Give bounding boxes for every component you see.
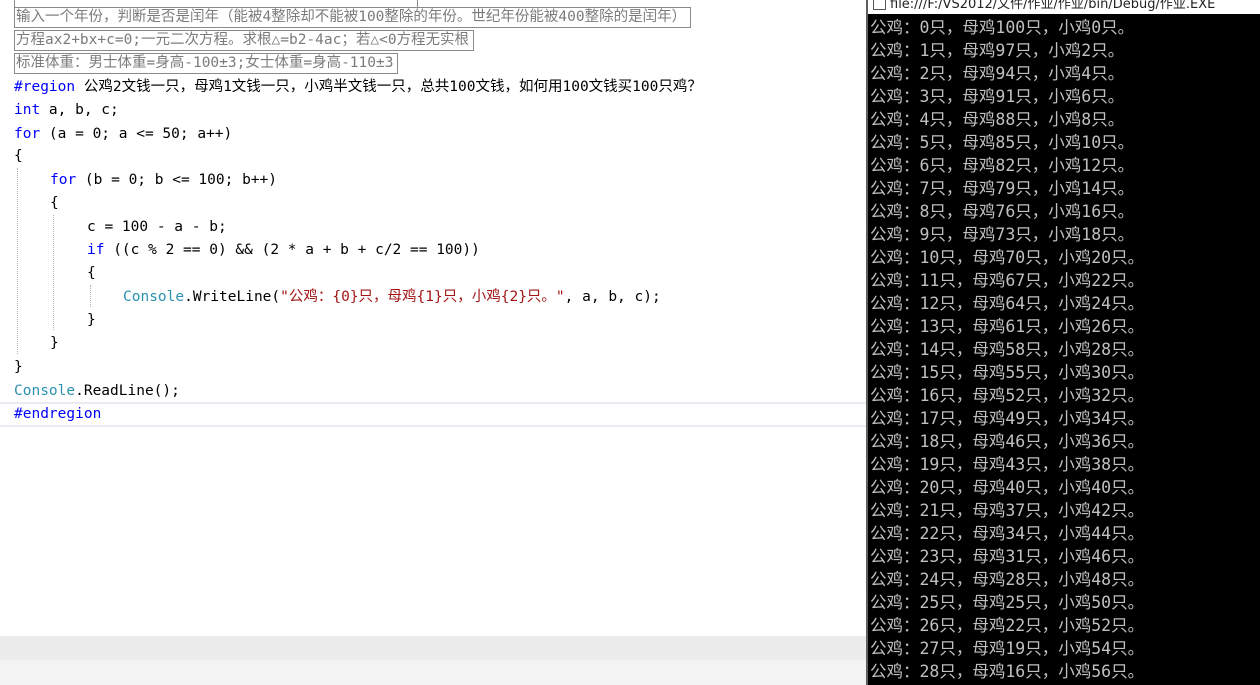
code-line-brace-open-1[interactable]: {	[14, 145, 23, 167]
console-window[interactable]: file:///F:/VS2012/文件/作业/作业/bin/Debug/作业.…	[866, 0, 1260, 685]
code-line-brace-close-2[interactable]: }	[50, 332, 59, 354]
console-line: 公鸡：7只，母鸡79只，小鸡14只。	[870, 179, 1135, 198]
console-line: 公鸡：14只，母鸡58只，小鸡28只。	[870, 340, 1145, 359]
code-line-assign[interactable]: c = 100 - a - b;	[87, 216, 227, 238]
console-line: 公鸡：22只，母鸡34只，小鸡44只。	[870, 524, 1145, 543]
code-line-for-a[interactable]: for (a = 0; a <= 50; a++)	[14, 123, 232, 145]
if-keyword: if	[87, 242, 105, 258]
declaration-text: a, b, c;	[40, 102, 119, 118]
console-line: 公鸡：2只，母鸡94只，小鸡4只。	[870, 64, 1125, 83]
endregion-keyword: #endregion	[14, 406, 102, 422]
indent-guide	[53, 215, 54, 330]
console-line: 公鸡：25只，母鸡25只，小鸡50只。	[870, 593, 1145, 612]
console-line: 公鸡：9只，母鸡73只，小鸡18只。	[870, 225, 1135, 244]
console-line: 公鸡：3只，母鸡91只，小鸡6只。	[870, 87, 1125, 106]
code-line-brace-close-1[interactable]: }	[14, 356, 23, 378]
for-b-text: (b = 0; b <= 100; b++)	[76, 172, 277, 188]
console-line: 公鸡：20只，母鸡40只，小鸡40只。	[870, 478, 1145, 497]
region-keyword: #region	[14, 79, 76, 95]
code-line-brace-close-3[interactable]: }	[87, 309, 96, 331]
code-line-for-b[interactable]: for (b = 0; b <= 100; b++)	[50, 169, 277, 191]
code-line-writeline[interactable]: Console.WriteLine("公鸡：{0}只，母鸡{1}只，小鸡{2}只…	[123, 286, 661, 308]
code-line-declaration[interactable]: int a, b, c;	[14, 99, 119, 121]
console-line: 公鸡：5只，母鸡85只，小鸡10只。	[870, 133, 1135, 152]
collapsed-region-leap-year[interactable]: 输入一个年份，判断是否是闰年（能被4整除却不能被100整除的年份。世纪年份能被4…	[14, 7, 692, 28]
code-line-brace-open-3[interactable]: {	[87, 262, 96, 284]
console-window-icon	[873, 0, 886, 10]
console-type: Console	[14, 383, 76, 399]
console-line: 公鸡：6只，母鸡82只，小鸡12只。	[870, 156, 1135, 175]
console-output: 公鸡：0只，母鸡100只，小鸡0只。 公鸡：1只，母鸡97只，小鸡2只。 公鸡：2只…	[868, 16, 1260, 683]
console-line: 公鸡：8只，母鸡76只，小鸡16只。	[870, 202, 1135, 221]
console-line: 公鸡：4只，母鸡88只，小鸡8只。	[870, 110, 1125, 129]
collapsed-region-weight[interactable]: 标准体重：男士体重=身高-100±3;女士体重=身高-110±3	[14, 53, 399, 74]
current-line-highlight-bottom	[0, 425, 866, 427]
console-line: 公鸡：27只，母鸡19只，小鸡54只。	[870, 639, 1145, 658]
indent-guide	[17, 168, 18, 354]
console-line: 公鸡：19只，母鸡43只，小鸡38只。	[870, 455, 1145, 474]
for-keyword: for	[50, 172, 77, 188]
editor-status-area	[0, 660, 866, 685]
writeline-method: .WriteLine(	[184, 289, 281, 305]
console-line: 公鸡：26只，母鸡22只，小鸡52只。	[870, 616, 1145, 635]
console-line: 公鸡：13只，母鸡61只，小鸡26只。	[870, 317, 1145, 336]
code-line-if[interactable]: if ((c % 2 == 0) && (2 * a + b + c/2 == …	[87, 239, 480, 261]
console-line: 公鸡：28只，母鸡16只，小鸡56只。	[870, 662, 1145, 681]
readline-method: .ReadLine();	[75, 383, 180, 399]
console-type: Console	[123, 289, 185, 305]
writeline-args: , a, b, c);	[564, 289, 661, 305]
console-line: 公鸡：18只，母鸡46只，小鸡36只。	[870, 432, 1145, 451]
if-condition: ((c % 2 == 0) && (2 * a + b + c/2 == 100…	[104, 242, 480, 258]
console-line: 公鸡：23只，母鸡31只，小鸡46只。	[870, 547, 1145, 566]
console-line: 公鸡：15只，母鸡55只，小鸡30只。	[870, 363, 1145, 382]
console-line: 公鸡：10只，母鸡70只，小鸡20只。	[870, 248, 1145, 267]
code-line-readline[interactable]: Console.ReadLine();	[14, 380, 180, 402]
console-line: 公鸡：12只，母鸡64只，小鸡24只。	[870, 294, 1145, 313]
console-title: file:///F:/VS2012/文件/作业/作业/bin/Debug/作业.…	[890, 0, 1216, 12]
format-string: "公鸡：{0}只，母鸡{1}只，小鸡{2}只。"	[280, 289, 565, 305]
code-line-brace-open-2[interactable]: {	[50, 192, 59, 214]
code-editor[interactable]: 输入一个年份，判断是否是闰年（能被4整除却不能被100整除的年份。世纪年份能被4…	[0, 0, 866, 685]
current-line-highlight-top	[0, 402, 866, 404]
editor-bottom-bar	[0, 636, 866, 660]
code-line-region[interactable]: #region 公鸡2文钱一只，母鸡1文钱一只，小鸡半文钱一只，总共100文钱，…	[14, 76, 702, 98]
for-keyword: for	[14, 126, 41, 142]
indent-guide	[90, 285, 91, 307]
console-line: 公鸡：11只，母鸡67只，小鸡22只。	[870, 271, 1145, 290]
console-line: 公鸡：16只，母鸡52只，小鸡32只。	[870, 386, 1145, 405]
console-title-bar[interactable]: file:///F:/VS2012/文件/作业/作业/bin/Debug/作业.…	[866, 0, 1260, 14]
int-keyword: int	[14, 102, 41, 118]
for-a-text: (a = 0; a <= 50; a++)	[40, 126, 233, 142]
console-line: 公鸡：24只，母鸡28只，小鸡48只。	[870, 570, 1145, 589]
code-line-endregion[interactable]: #endregion	[14, 403, 101, 425]
console-line: 公鸡：17只，母鸡49只，小鸡34只。	[870, 409, 1145, 428]
console-line: 公鸡：1只，母鸡97只，小鸡2只。	[870, 41, 1125, 60]
region-title: 公鸡2文钱一只，母鸡1文钱一只，小鸡半文钱一只，总共100文钱，如何用100文钱…	[75, 79, 702, 95]
console-line: 公鸡：21只，母鸡37只，小鸡42只。	[870, 501, 1145, 520]
console-line: 公鸡：0只，母鸡100只，小鸡0只。	[870, 18, 1135, 37]
collapsed-region-quadratic[interactable]: 方程ax2+bx+c=0;一元二次方程。求根△=b2-4ac；若△<0方程无实根	[14, 30, 475, 51]
